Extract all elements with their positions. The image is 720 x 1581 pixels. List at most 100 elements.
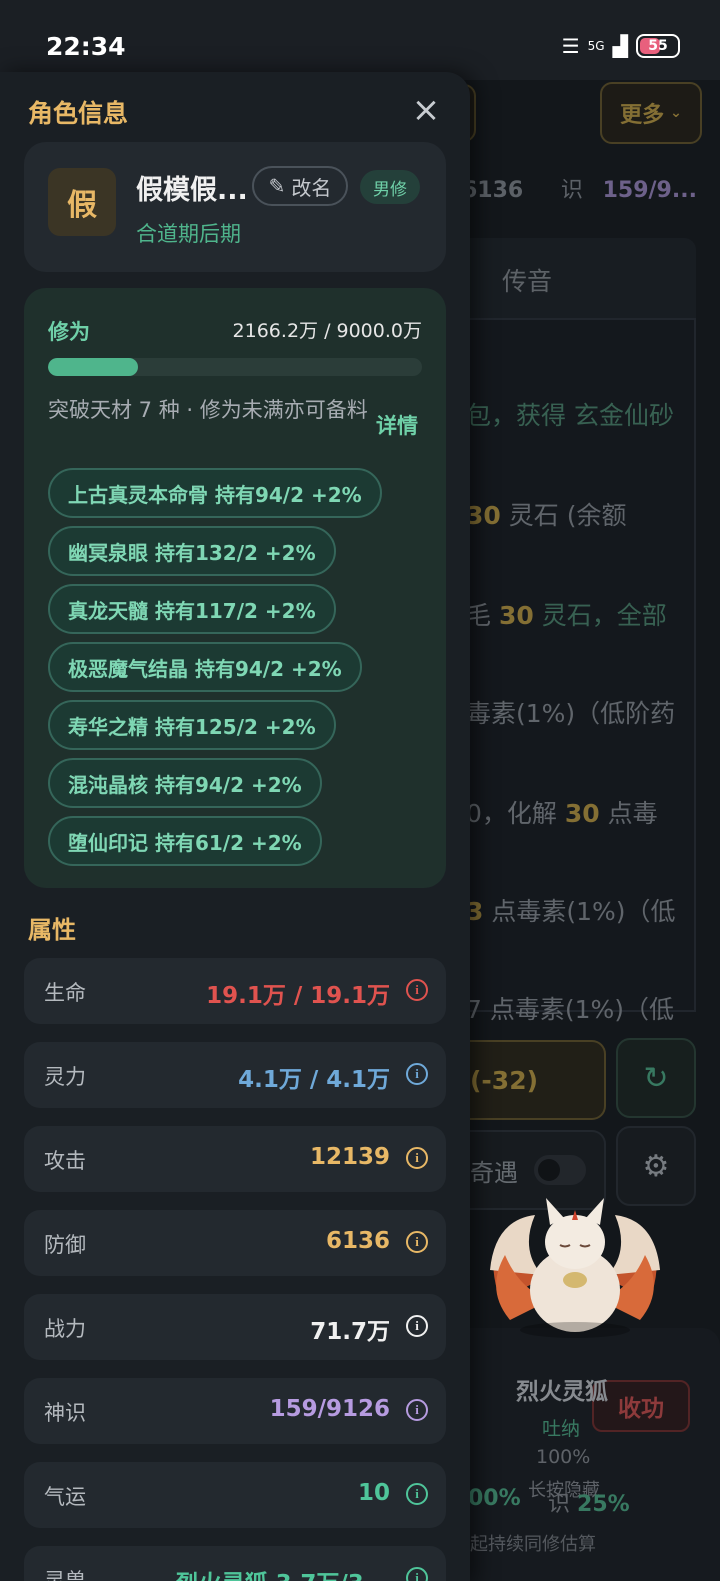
info-icon[interactable]: i — [406, 1315, 428, 1337]
attribute-value: 6136 — [325, 1228, 390, 1254]
network-label: 5G — [587, 39, 605, 53]
battery-icon: 55 — [636, 34, 680, 58]
fox-pet-image[interactable] — [480, 1180, 670, 1340]
attribute-row: 生命 19.1万 / 19.1万 i — [24, 958, 446, 1024]
attribute-value: 12139 — [309, 1144, 390, 1170]
background-stats: 6136 识 159/9... — [462, 172, 697, 204]
info-icon[interactable]: i — [406, 1147, 428, 1169]
attribute-row: 灵力 4.1万 / 4.1万 i — [24, 1042, 446, 1108]
attribute-label: 灵兽 — [44, 1569, 86, 1581]
signal-icon: ▟ — [612, 34, 628, 58]
pet-percent: 100% — [536, 1446, 591, 1468]
material-chip[interactable]: 寿华之精 持有125/2 +2% — [48, 700, 336, 750]
attribute-value: 159/9126 — [269, 1396, 390, 1422]
log-text: 30 — [466, 501, 501, 530]
attribute-row: 神识 159/9126 i — [24, 1378, 446, 1444]
gender-badge: 男修 — [360, 170, 420, 204]
log-line: 包，获得 玄金仙砂 — [466, 396, 674, 432]
pencil-icon: ✎ — [268, 174, 286, 198]
attribute-label: 防御 — [44, 1233, 86, 1257]
status-bar: 22:34 ☰ 5G ▟ 55 — [0, 0, 720, 80]
status-time: 22:34 — [46, 32, 126, 61]
log-text: 灵石，全部 — [533, 601, 667, 630]
material-chip[interactable]: 幽冥泉眼 持有132/2 +2% — [48, 526, 336, 576]
attribute-row: 灵兽 烈火灵狐 3.7万/3... i — [24, 1546, 446, 1581]
info-icon[interactable]: i — [406, 1399, 428, 1421]
material-chip[interactable]: 真龙天髓 持有117/2 +2% — [48, 584, 336, 634]
log-text: 包，获得 — [466, 401, 574, 430]
cultivation-progress-bar — [48, 358, 422, 376]
battery-level: 55 — [648, 38, 668, 54]
breakthrough-materials-list: 上古真灵本命骨 持有94/2 +2% 幽冥泉眼 持有132/2 +2% 真龙天髓 持… — [48, 468, 382, 874]
cultivation-label: 修为 — [48, 320, 90, 344]
breakthrough-hint: 突破天材 7 种 · 修为未满亦可备料 — [48, 398, 368, 422]
notification-icon: ☰ — [561, 34, 580, 58]
details-link[interactable]: 详情 — [376, 410, 418, 440]
bottom-stat-b-value: 25% — [577, 1492, 630, 1517]
attribute-value: 烈火灵狐 3.7万/3... — [176, 1564, 390, 1581]
attribute-value: 71.7万 — [310, 1319, 390, 1345]
attribute-value: 10 — [357, 1480, 390, 1506]
info-icon[interactable]: i — [406, 1567, 428, 1581]
cultivation-realm: 合道期后期 — [136, 222, 241, 246]
attribute-label: 生命 — [44, 981, 86, 1005]
log-text: 玄金仙砂 — [573, 401, 674, 430]
log-line: 7 点毒素(1%)（低 — [466, 990, 674, 1026]
attribute-label: 战力 — [44, 1317, 86, 1341]
material-chip[interactable]: 混沌晶核 持有94/2 +2% — [48, 758, 322, 808]
chevron-down-icon: ⌄ — [670, 105, 682, 121]
rename-button[interactable]: ✎ 改名 — [252, 166, 348, 206]
material-chip[interactable]: 堕仙印记 持有61/2 +2% — [48, 816, 322, 866]
character-info-drawer: 角色信息 × 假 假模假... ✎ 改名 男修 合道期后期 修为 2166.2万… — [0, 72, 470, 1581]
attributes-list: 生命 19.1万 / 19.1万 i 灵力 4.1万 / 4.1万 i 攻击 12139 i 防御… — [24, 958, 446, 1581]
bottom-stat-b-label: 识 — [548, 1492, 571, 1517]
more-button[interactable]: 更多 ⌄ — [600, 82, 702, 144]
cultivation-progress-fill — [48, 358, 139, 376]
tab-chuanyin[interactable]: 传音 — [502, 262, 552, 298]
material-chip[interactable]: 上古真灵本命骨 持有94/2 +2% — [48, 468, 382, 518]
gear-icon: ⚙ — [642, 1148, 670, 1184]
log-line: 毒素(1%)（低阶药 — [466, 694, 675, 730]
log-text: 0，化解 — [466, 799, 565, 828]
log-text: 30 — [498, 601, 534, 630]
log-text: 点毒 — [599, 799, 658, 828]
log-line: 3 点毒素(1%)（低 — [466, 892, 676, 928]
log-text: 灵石 (余额 — [500, 501, 627, 530]
log-text: 毛 — [466, 601, 499, 630]
attribute-label: 灵力 — [44, 1065, 86, 1089]
info-icon[interactable]: i — [406, 1063, 428, 1085]
attribute-label: 神识 — [44, 1401, 86, 1425]
attributes-title: 属性 — [28, 916, 76, 944]
cultivation-value: 2166.2万 / 9000.0万 — [232, 320, 422, 342]
log-text: 7 点毒素(1%)（低 — [466, 995, 675, 1024]
log-line: 30 灵石 (余额 — [466, 496, 626, 532]
pet-name: 烈火灵狐 — [516, 1379, 608, 1405]
attribute-value: 4.1万 / 4.1万 — [238, 1067, 390, 1093]
close-icon[interactable]: × — [408, 90, 444, 130]
profile-card: 假 假模假... ✎ 改名 男修 合道期后期 — [24, 142, 446, 272]
rename-label: 改名 — [291, 175, 332, 200]
attribute-value: 19.1万 / 19.1万 — [206, 983, 390, 1009]
bg-stat-b: 159/9... — [602, 178, 697, 203]
log-line: 0，化解 30 点毒 — [466, 794, 658, 830]
bg-stat-a: 6136 — [462, 178, 524, 203]
material-chip[interactable]: 极恶魔气结晶 持有94/2 +2% — [48, 642, 362, 692]
log-text: 30 — [564, 799, 600, 828]
attribute-row: 气运 10 i — [24, 1462, 446, 1528]
refresh-button[interactable]: ↻ — [616, 1038, 696, 1118]
more-button-label: 更多 — [620, 103, 665, 128]
attribute-row: 防御 6136 i — [24, 1210, 446, 1276]
avatar[interactable]: 假 — [48, 168, 116, 236]
info-icon[interactable]: i — [406, 1483, 428, 1505]
log-text: 点毒素(1%)（低 — [483, 897, 676, 926]
bottom-stat-b: 识 25% — [548, 1486, 630, 1518]
info-icon[interactable]: i — [406, 1231, 428, 1253]
drawer-title: 角色信息 — [28, 99, 129, 128]
bg-stat-b-label: 识 — [560, 178, 583, 203]
bottom-stat-a: 00% — [468, 1486, 521, 1511]
info-icon[interactable]: i — [406, 979, 428, 1001]
refresh-icon: ↻ — [643, 1060, 669, 1096]
attribute-label: 攻击 — [44, 1149, 86, 1173]
log-text: 毒素(1%)（低阶药 — [466, 699, 676, 728]
log-line: 毛 30 灵石，全部 — [466, 596, 667, 632]
